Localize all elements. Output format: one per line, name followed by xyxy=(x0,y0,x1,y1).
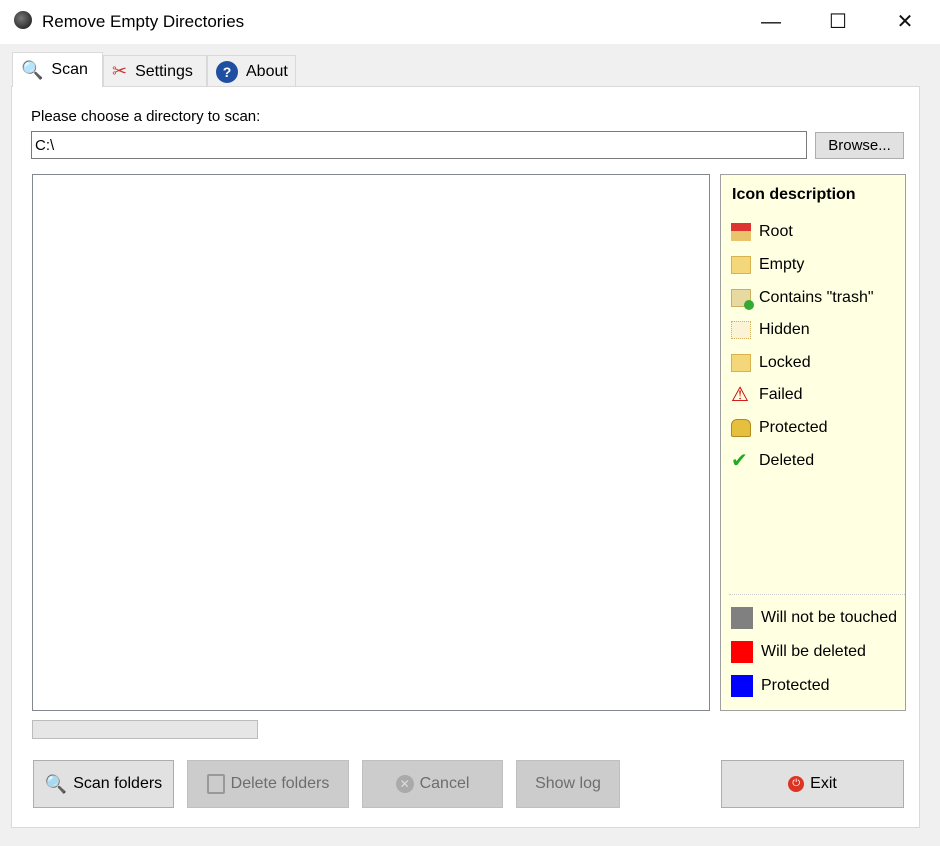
padlock-icon xyxy=(731,419,751,437)
legend-item: ✔ Deleted xyxy=(731,450,815,472)
icon-legend: Icon description Root Empty Contains "tr… xyxy=(720,174,906,711)
browse-button[interactable]: Browse... xyxy=(815,132,904,159)
cancel-button[interactable]: ✕ Cancel xyxy=(362,760,503,808)
show-log-button[interactable]: Show log xyxy=(516,760,620,808)
hidden-folder-icon xyxy=(731,321,751,339)
legend-item: Empty xyxy=(731,256,804,274)
tab-label: Scan xyxy=(51,61,88,78)
legend-label: Locked xyxy=(759,354,811,371)
legend-item: Locked xyxy=(731,354,811,372)
tab-label: Settings xyxy=(135,62,193,80)
gray-swatch xyxy=(731,607,753,629)
legend-item: Protected xyxy=(731,419,827,437)
delete-folders-button[interactable]: Delete folders xyxy=(187,760,349,808)
legend-label: Deleted xyxy=(759,452,815,469)
tab-settings[interactable]: ✂ Settings xyxy=(103,55,207,87)
close-button[interactable]: ✕ xyxy=(882,8,928,36)
exit-button[interactable]: ⏻ Exit xyxy=(721,760,904,808)
house-icon xyxy=(731,223,751,241)
legend-label: Protected xyxy=(761,677,830,694)
help-icon: ? xyxy=(216,60,238,83)
minimize-button[interactable]: — xyxy=(748,8,794,36)
legend-item: ⚠ Failed xyxy=(731,384,803,406)
cancel-icon: ✕ xyxy=(395,775,414,793)
button-label: Exit xyxy=(810,775,837,792)
legend-item: Hidden xyxy=(731,321,810,339)
button-label: Delete folders xyxy=(230,775,330,792)
button-label: Cancel xyxy=(419,775,470,792)
app-icon xyxy=(14,11,32,29)
legend-label: Contains "trash" xyxy=(759,289,874,306)
tab-label: About xyxy=(246,62,288,80)
legend-title: Icon description xyxy=(732,186,856,203)
maximize-button[interactable]: ☐ xyxy=(815,8,861,36)
legend-color-item: Protected xyxy=(731,675,829,697)
red-swatch xyxy=(731,641,753,663)
power-icon: ⏻ xyxy=(788,776,805,792)
tab-scan[interactable]: 🔍 Scan xyxy=(12,52,103,87)
legend-label: Empty xyxy=(759,256,805,273)
checkmark-icon: ✔ xyxy=(731,450,748,472)
progress-bar xyxy=(32,720,258,739)
scan-folders-button[interactable]: 🔍 Scan folders xyxy=(33,760,174,808)
warning-icon: ⚠ xyxy=(731,384,749,406)
magnifier-icon: 🔍 xyxy=(21,59,44,80)
folder-tree[interactable] xyxy=(32,174,710,711)
legend-label: Protected xyxy=(759,419,828,436)
directory-label: Please choose a directory to scan: xyxy=(31,108,261,125)
window-title: Remove Empty Directories xyxy=(42,12,245,31)
magnifier-icon: 🔍 xyxy=(44,773,68,794)
legend-color-item: Will not be touched xyxy=(731,607,897,629)
folder-trash-icon xyxy=(731,289,754,310)
legend-label: Hidden xyxy=(759,321,810,338)
legend-item: Root xyxy=(731,223,793,241)
legend-label: Failed xyxy=(759,386,803,403)
trash-icon xyxy=(206,774,225,794)
tools-icon: ✂ xyxy=(112,61,128,81)
locked-folder-icon xyxy=(731,354,751,372)
blue-swatch xyxy=(731,675,753,697)
legend-label: Will not be touched xyxy=(761,609,898,626)
legend-label: Will be deleted xyxy=(761,643,866,660)
legend-divider xyxy=(729,594,905,595)
legend-label: Root xyxy=(759,223,793,240)
legend-color-item: Will be deleted xyxy=(731,641,866,663)
legend-item: Contains "trash" xyxy=(731,289,874,310)
tab-about[interactable]: ? About xyxy=(207,55,296,87)
title-bar: Remove Empty Directories — ☐ ✕ xyxy=(0,0,940,44)
button-label: Scan folders xyxy=(73,775,163,792)
directory-input[interactable] xyxy=(31,131,807,159)
folder-icon xyxy=(731,256,751,274)
